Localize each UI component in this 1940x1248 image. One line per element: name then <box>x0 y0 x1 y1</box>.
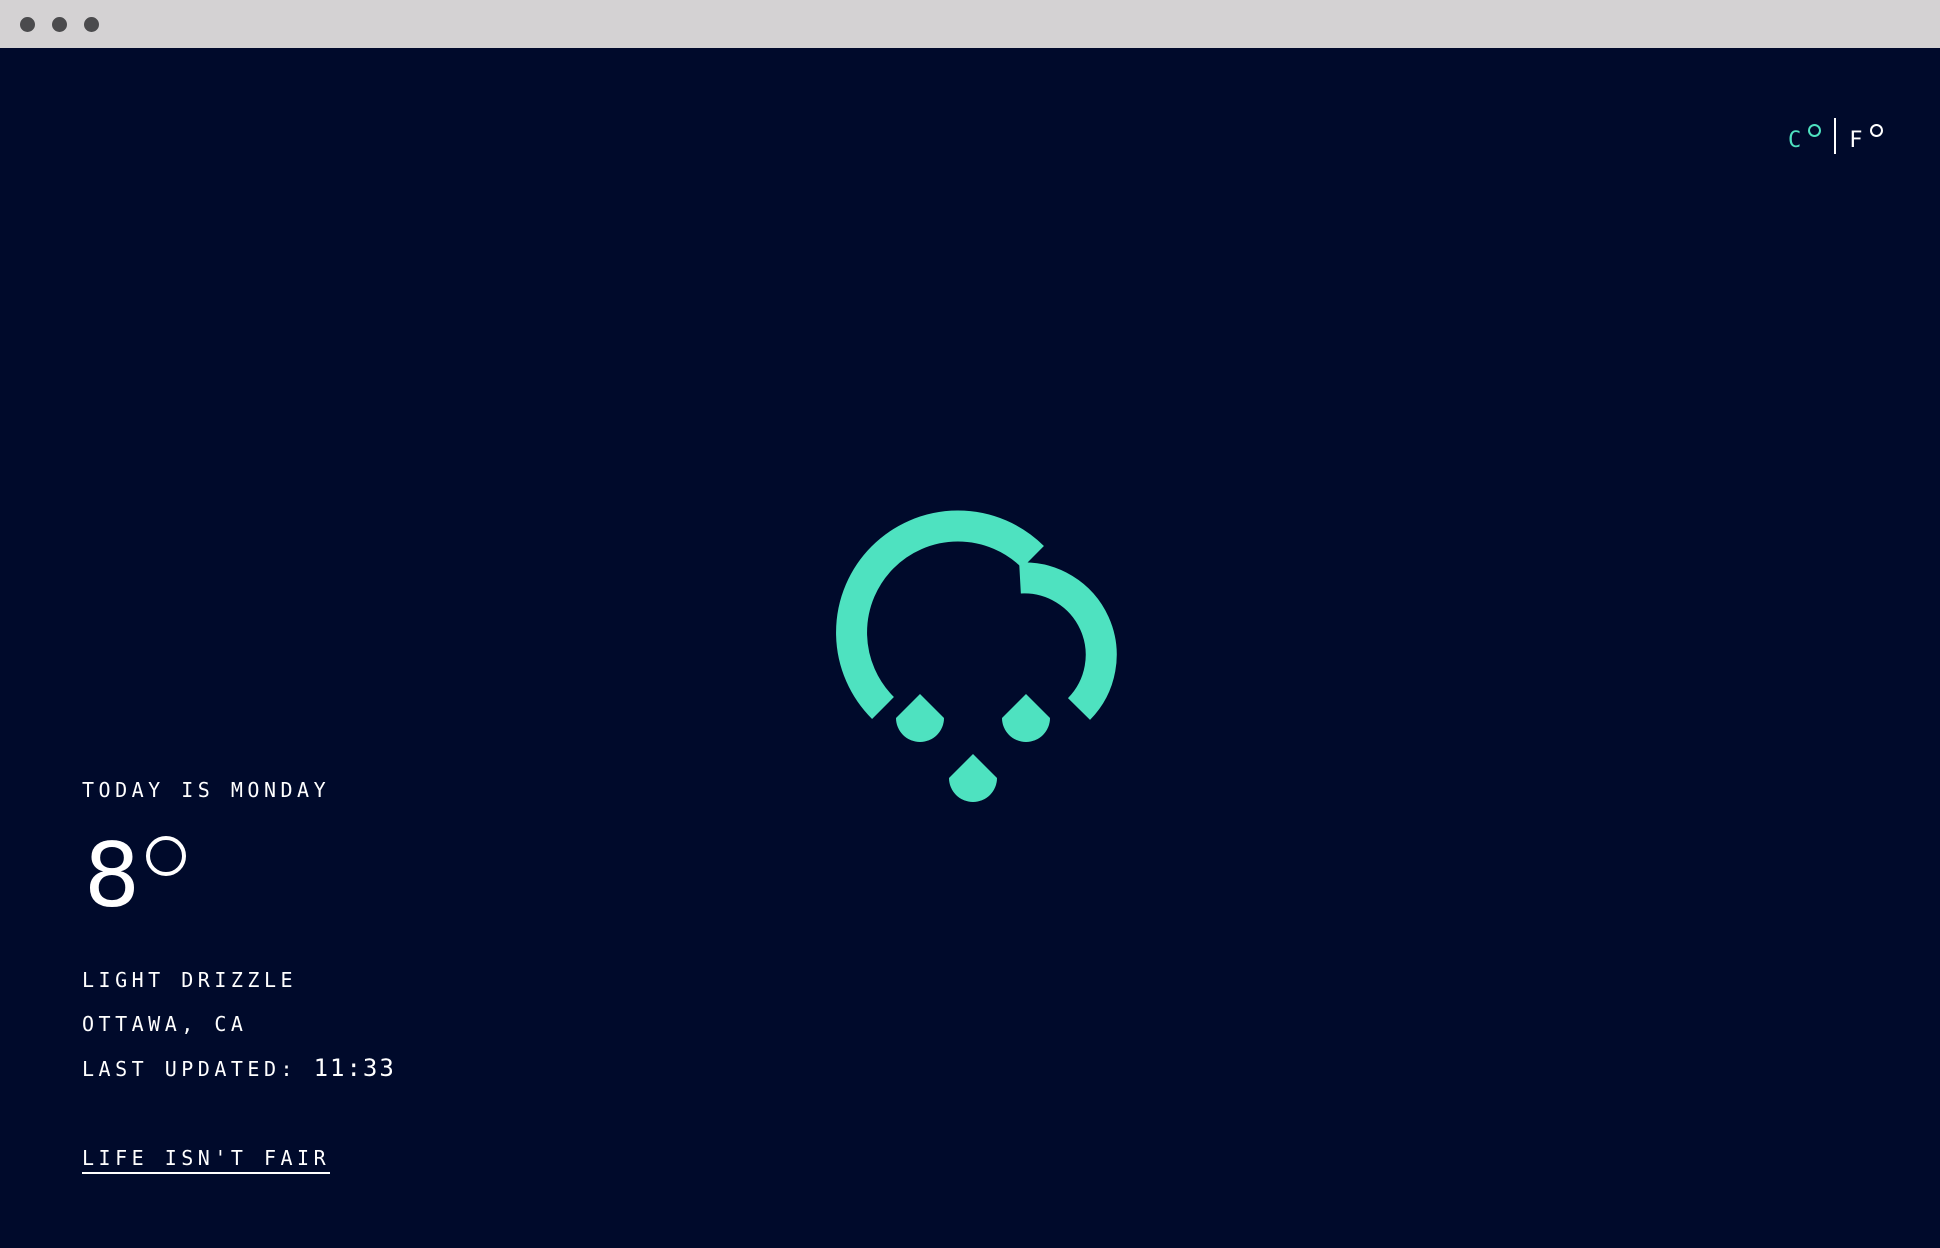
weather-summary: TODAY IS MONDAY 8 LIGHT DRIZZLE OTTAWA, … <box>82 780 396 1174</box>
location-label: OTTAWA, CA <box>82 1012 248 1036</box>
life-isnt-fair-link[interactable]: LIFE ISN'T FAIR <box>82 1148 331 1174</box>
temperature-display: 8 <box>82 824 396 927</box>
celsius-toggle[interactable]: C <box>1788 116 1822 153</box>
fahrenheit-label: F <box>1849 128 1864 153</box>
weather-description: LIGHT DRIZZLE <box>82 968 298 992</box>
degree-icon <box>1808 124 1822 137</box>
close-window-button[interactable] <box>20 17 35 32</box>
today-label: TODAY IS MONDAY <box>82 778 331 802</box>
last-updated-time: 11:33 <box>313 1054 396 1082</box>
last-updated: LAST UPDATED: 11:33 <box>82 1056 396 1080</box>
minimize-window-button[interactable] <box>52 17 67 32</box>
unit-toggle: C F <box>1788 116 1883 156</box>
cloud-drizzle-icon <box>836 510 1117 802</box>
unit-divider <box>1834 118 1837 154</box>
fahrenheit-toggle[interactable]: F <box>1849 116 1883 153</box>
title-bar <box>0 0 1940 48</box>
maximize-window-button[interactable] <box>84 17 99 32</box>
temperature-value: 8 <box>84 824 140 927</box>
degree-icon <box>1869 124 1883 137</box>
degree-icon <box>146 836 186 876</box>
app-window: C F TODAY IS MONDAY 8 LIGHT DRIZZLE OTTA… <box>0 0 1940 1248</box>
last-updated-label: LAST UPDATED: <box>82 1057 314 1081</box>
celsius-label: C <box>1788 128 1803 153</box>
